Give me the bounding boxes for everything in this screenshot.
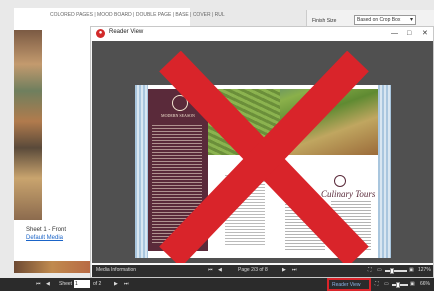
background-thumbnail-strip — [14, 30, 42, 220]
reader-view-footer: Media Information ⏮ ◀ Page 2/3 of 8 ▶ ⏭ … — [92, 265, 433, 277]
magazine-body-text — [152, 125, 202, 245]
app-logo-icon: ● — [96, 29, 105, 38]
zoom-slider[interactable] — [385, 270, 407, 272]
default-media-link[interactable]: Default Media — [26, 235, 63, 241]
reader-view-window: ● Reader View — □ ✕ MODERN SEASON Culina… — [90, 26, 434, 278]
zoom-out-icon[interactable]: ▭ — [384, 281, 389, 287]
sheet-label: Sheet — [59, 281, 73, 287]
finish-size-select[interactable]: Based on Crop Box — [354, 15, 416, 25]
zoom-value: 66% — [420, 281, 431, 287]
zoom-in-icon[interactable]: ▣ — [410, 281, 415, 287]
minimize-button[interactable]: — — [391, 28, 398, 40]
background-sheet-label: Sheet 1 - Front — [26, 227, 67, 233]
article-left-column — [225, 175, 265, 245]
magazine-spread: MODERN SEASON Culinary Tours — [135, 85, 391, 258]
background-page-thumbnail[interactable] — [14, 261, 90, 273]
magazine-seal-icon — [172, 95, 188, 111]
page-indicator: Page 2/3 of 8 — [238, 267, 268, 273]
media-information-label[interactable]: Media Information — [96, 267, 136, 273]
reader-view-button-label: Reader View — [332, 282, 361, 288]
first-page-icon[interactable]: ⏮ — [208, 267, 213, 273]
sheet-total: of 2 — [93, 281, 102, 287]
fit-icon[interactable]: ⛶ — [375, 281, 379, 287]
left-page-edge — [135, 85, 148, 258]
window-title: Reader View — [109, 29, 144, 35]
prev-page-icon[interactable]: ◀ — [218, 267, 222, 273]
reader-view-button[interactable]: Reader View — [327, 278, 371, 291]
zoom-slider-handle[interactable] — [390, 268, 394, 274]
fit-icon[interactable]: ⛶ — [368, 267, 372, 273]
article-title: Culinary Tours — [321, 189, 376, 199]
close-button[interactable]: ✕ — [422, 28, 428, 40]
zoom-value: 127% — [418, 267, 431, 273]
zoom-out-icon[interactable]: ▭ — [377, 267, 382, 273]
culinary-seal-icon — [334, 175, 346, 187]
next-page-icon[interactable]: ▶ — [282, 267, 286, 273]
rice-terrace-detail — [208, 89, 280, 155]
magazine-name: MODERN SEASON — [161, 113, 195, 118]
finish-size-label: Finish Size — [312, 18, 337, 24]
next-page-icon[interactable]: ▶ — [114, 281, 118, 287]
article-column-2 — [331, 201, 371, 251]
reader-view-titlebar: ● Reader View — □ ✕ — [91, 27, 433, 41]
article-column-1 — [285, 201, 325, 251]
reader-view-canvas[interactable]: MODERN SEASON Culinary Tours — [92, 41, 433, 263]
maximize-button[interactable]: □ — [407, 28, 411, 40]
right-page-edge — [378, 85, 391, 258]
zoom-slider[interactable] — [392, 284, 408, 286]
background-doc-header: COLORED PAGES | MOOD BOARD | DOUBLE PAGE… — [50, 12, 225, 18]
prev-page-icon[interactable]: ◀ — [46, 281, 50, 287]
zoom-slider-handle[interactable] — [396, 282, 400, 288]
zoom-in-icon[interactable]: ▣ — [409, 267, 414, 273]
first-page-icon[interactable]: ⏮ — [36, 281, 41, 287]
bottom-toolbar: ⏮ ◀ Sheet of 2 ▶ ⏭ Reader View ⛶ ▭ ▣ 66% — [0, 278, 434, 291]
last-page-icon[interactable]: ⏭ — [292, 267, 297, 273]
last-page-icon[interactable]: ⏭ — [124, 281, 129, 287]
sheet-number-input[interactable] — [74, 280, 90, 288]
